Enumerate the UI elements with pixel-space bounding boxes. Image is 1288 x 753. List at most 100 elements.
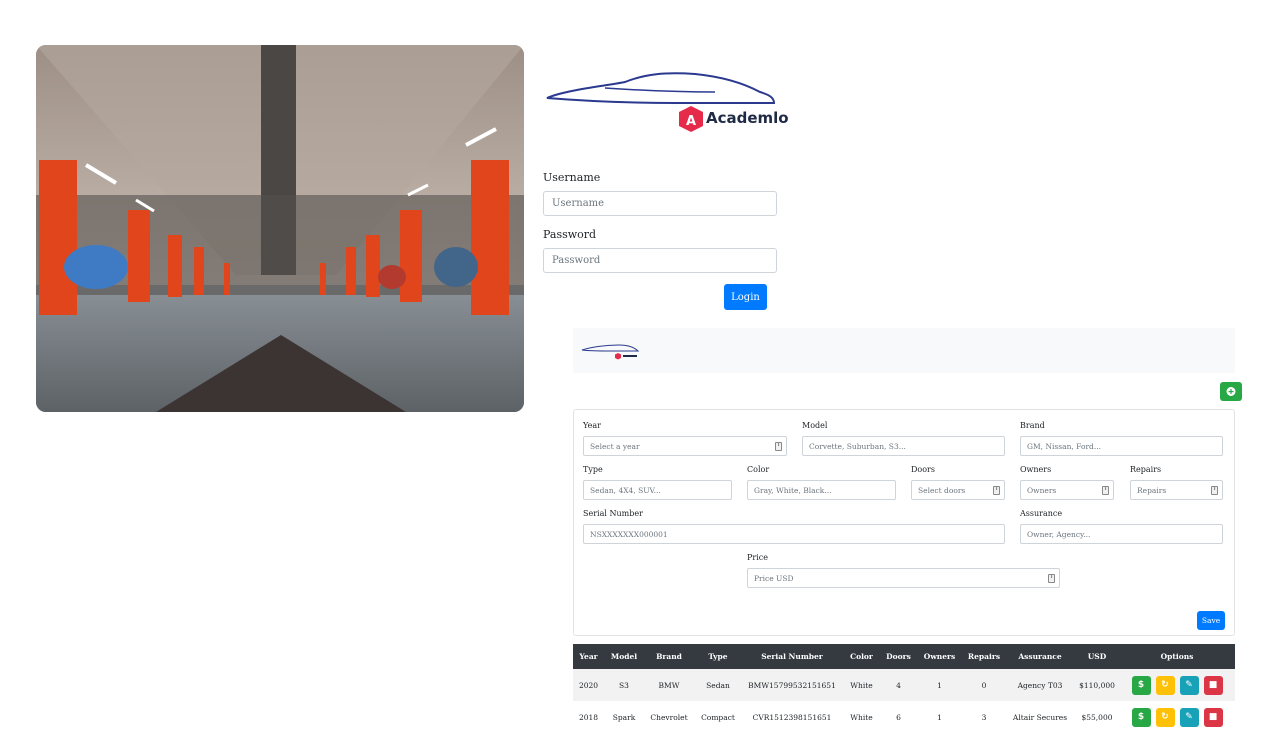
owners-input[interactable]: Owners ⇕ bbox=[1020, 480, 1114, 500]
table-header-row: Year Model Brand Type Serial Number Colo… bbox=[573, 644, 1235, 669]
cell-usd: $110,000 bbox=[1075, 669, 1119, 701]
col-usd: USD bbox=[1075, 644, 1119, 669]
sync-icon: ↻ bbox=[1161, 712, 1169, 722]
dollar-icon: $ bbox=[1137, 712, 1145, 722]
serial-input[interactable]: NSXXXXXXX000001 bbox=[583, 524, 1005, 544]
col-assurance: Assurance bbox=[1005, 644, 1075, 669]
serial-placeholder: NSXXXXXXX000001 bbox=[590, 529, 668, 539]
cell-type: Compact bbox=[701, 712, 735, 722]
sell-button[interactable]: $ bbox=[1131, 675, 1151, 695]
cell-options: $ ↻ ✎ ■ bbox=[1119, 669, 1235, 701]
col-options: Options bbox=[1119, 644, 1235, 669]
spinner-icon: ⇕ bbox=[993, 486, 1000, 495]
price-input[interactable]: Price USD ⇕ bbox=[747, 568, 1060, 588]
password-label: Password bbox=[543, 228, 597, 241]
cell-brand: Chevrolet bbox=[650, 712, 688, 722]
repairs-label: Repairs bbox=[1130, 465, 1162, 474]
spinner-icon: ⇕ bbox=[1211, 486, 1218, 495]
cars-table: Year Model Brand Type Serial Number Colo… bbox=[573, 644, 1235, 733]
cell-serial: CVR1512398151651 bbox=[752, 712, 832, 722]
price-label: Price bbox=[747, 553, 768, 562]
password-input[interactable] bbox=[543, 248, 777, 273]
save-button[interactable]: Save bbox=[1197, 611, 1225, 630]
cell-owners: 1 bbox=[937, 712, 942, 722]
svg-text:A: A bbox=[686, 114, 696, 129]
col-brand: Brand bbox=[644, 644, 694, 669]
doors-select[interactable]: Select doors ⇕ bbox=[911, 480, 1005, 500]
cell-model: Spark bbox=[612, 712, 636, 722]
col-doors: Doors bbox=[881, 644, 916, 669]
assurance-placeholder: Owner, Agency... bbox=[1027, 529, 1091, 539]
sell-button[interactable]: $ bbox=[1131, 707, 1151, 727]
year-label: Year bbox=[583, 421, 601, 430]
cell-brand: BMW bbox=[644, 669, 694, 701]
cell-year: 2018 bbox=[578, 712, 599, 722]
cell-doors: 6 bbox=[896, 712, 901, 722]
cell-serial: BMW15799532151651 bbox=[742, 669, 842, 701]
price-placeholder: Price USD bbox=[754, 573, 794, 583]
type-label: Type bbox=[583, 465, 603, 474]
serial-label: Serial Number bbox=[583, 509, 643, 518]
color-input[interactable]: Gray, White, Black... bbox=[747, 480, 896, 500]
model-label: Model bbox=[802, 421, 828, 430]
navbar-logo[interactable] bbox=[581, 342, 639, 360]
spinner-icon: ⇕ bbox=[1048, 574, 1055, 583]
brand-placeholder: GM, Nissan, Ford... bbox=[1027, 441, 1102, 451]
username-label: Username bbox=[543, 171, 601, 184]
edit-button[interactable]: ✎ bbox=[1179, 675, 1199, 695]
trash-icon: ■ bbox=[1208, 680, 1218, 690]
login-button[interactable]: Login bbox=[724, 284, 767, 310]
cell-repairs: 0 bbox=[963, 669, 1005, 701]
repairs-placeholder: Repairs bbox=[1137, 485, 1167, 495]
pencil-icon: ✎ bbox=[1185, 712, 1193, 722]
hero-parking-image bbox=[36, 45, 524, 412]
transfer-button[interactable]: ↻ bbox=[1155, 707, 1175, 727]
dollar-icon: $ bbox=[1137, 680, 1145, 690]
year-select[interactable]: Select a year ⇕ bbox=[583, 436, 787, 456]
col-owners: Owners bbox=[916, 644, 963, 669]
delete-button[interactable]: ■ bbox=[1203, 675, 1223, 695]
username-input[interactable] bbox=[543, 191, 777, 216]
model-placeholder: Corvette, Suburban, S3... bbox=[809, 441, 906, 451]
cell-color: White bbox=[842, 669, 881, 701]
doors-label: Doors bbox=[911, 465, 935, 474]
transfer-button[interactable]: ↻ bbox=[1155, 675, 1175, 695]
delete-button[interactable]: ■ bbox=[1203, 707, 1223, 727]
brand-input[interactable]: GM, Nissan, Ford... bbox=[1020, 436, 1223, 456]
model-input[interactable]: Corvette, Suburban, S3... bbox=[802, 436, 1005, 456]
add-car-button[interactable] bbox=[1220, 382, 1242, 401]
type-input[interactable]: Sedan, 4X4, SUV... bbox=[583, 480, 732, 500]
brand-label: Brand bbox=[1020, 421, 1045, 430]
col-serial: Serial Number bbox=[742, 644, 842, 669]
spinner-icon: ⇕ bbox=[1102, 486, 1109, 495]
col-type: Type bbox=[694, 644, 742, 669]
brand-name: Academlo bbox=[706, 109, 789, 127]
owners-label: Owners bbox=[1020, 465, 1052, 474]
doors-placeholder: Select doors bbox=[918, 485, 966, 495]
navbar bbox=[573, 328, 1235, 373]
plus-circle-icon bbox=[1226, 387, 1236, 396]
col-color: Color bbox=[842, 644, 881, 669]
cell-color: White bbox=[850, 712, 873, 722]
col-model: Model bbox=[604, 644, 644, 669]
cell-year: 2020 bbox=[573, 669, 604, 701]
table-row: 2018 Spark Chevrolet Compact CVR15123981… bbox=[573, 701, 1235, 733]
cell-assurance: Altair Secures bbox=[1012, 712, 1068, 722]
assurance-label: Assurance bbox=[1020, 509, 1063, 518]
color-label: Color bbox=[747, 465, 770, 474]
cell-doors: 4 bbox=[881, 669, 916, 701]
cell-type: Sedan bbox=[694, 669, 742, 701]
owners-placeholder: Owners bbox=[1027, 485, 1057, 495]
cell-model: S3 bbox=[604, 669, 644, 701]
col-year: Year bbox=[573, 644, 604, 669]
spinner-icon: ⇕ bbox=[775, 442, 782, 451]
edit-button[interactable]: ✎ bbox=[1179, 707, 1199, 727]
trash-icon: ■ bbox=[1208, 712, 1218, 722]
pencil-icon: ✎ bbox=[1185, 680, 1193, 690]
repairs-input[interactable]: Repairs ⇕ bbox=[1130, 480, 1223, 500]
cell-assurance: Agency T03 bbox=[1005, 669, 1075, 701]
type-placeholder: Sedan, 4X4, SUV... bbox=[590, 485, 661, 495]
cell-options: $ ↻ ✎ ■ bbox=[1119, 701, 1235, 733]
assurance-input[interactable]: Owner, Agency... bbox=[1020, 524, 1223, 544]
cell-repairs: 3 bbox=[981, 712, 987, 722]
